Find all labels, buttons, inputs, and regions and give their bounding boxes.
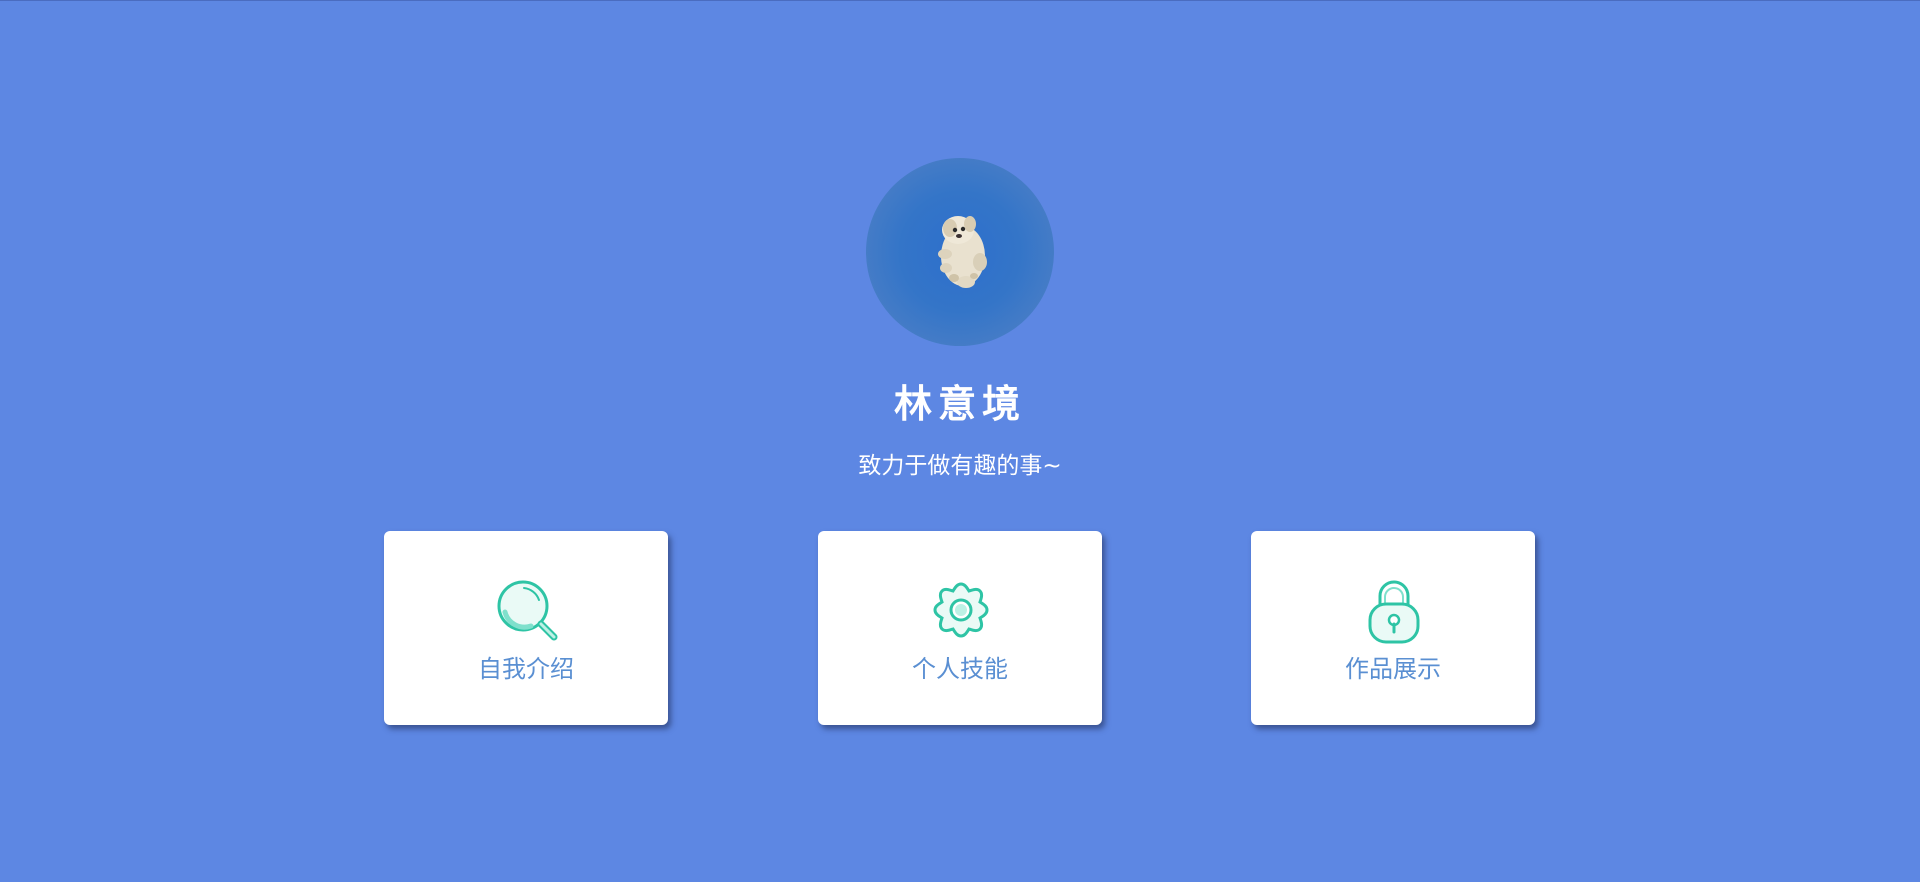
gear-icon (925, 574, 997, 646)
portfolio-card[interactable]: 作品展示 (1251, 531, 1535, 725)
skills-card[interactable]: 个人技能 (818, 531, 1102, 725)
profile-tagline: 致力于做有趣的事~ (858, 453, 1062, 479)
dog-photo (938, 216, 987, 288)
avatar (866, 158, 1054, 346)
top-border (0, 0, 1920, 1)
about-me-label: 自我介绍 (478, 655, 574, 683)
skills-label: 个人技能 (912, 655, 1008, 683)
lock-icon (1358, 574, 1430, 646)
portfolio-label: 作品展示 (1345, 655, 1441, 683)
about-me-card[interactable]: 自我介绍 (384, 531, 668, 725)
search-icon (491, 574, 563, 646)
profile-name: 林意境 (893, 382, 1026, 426)
